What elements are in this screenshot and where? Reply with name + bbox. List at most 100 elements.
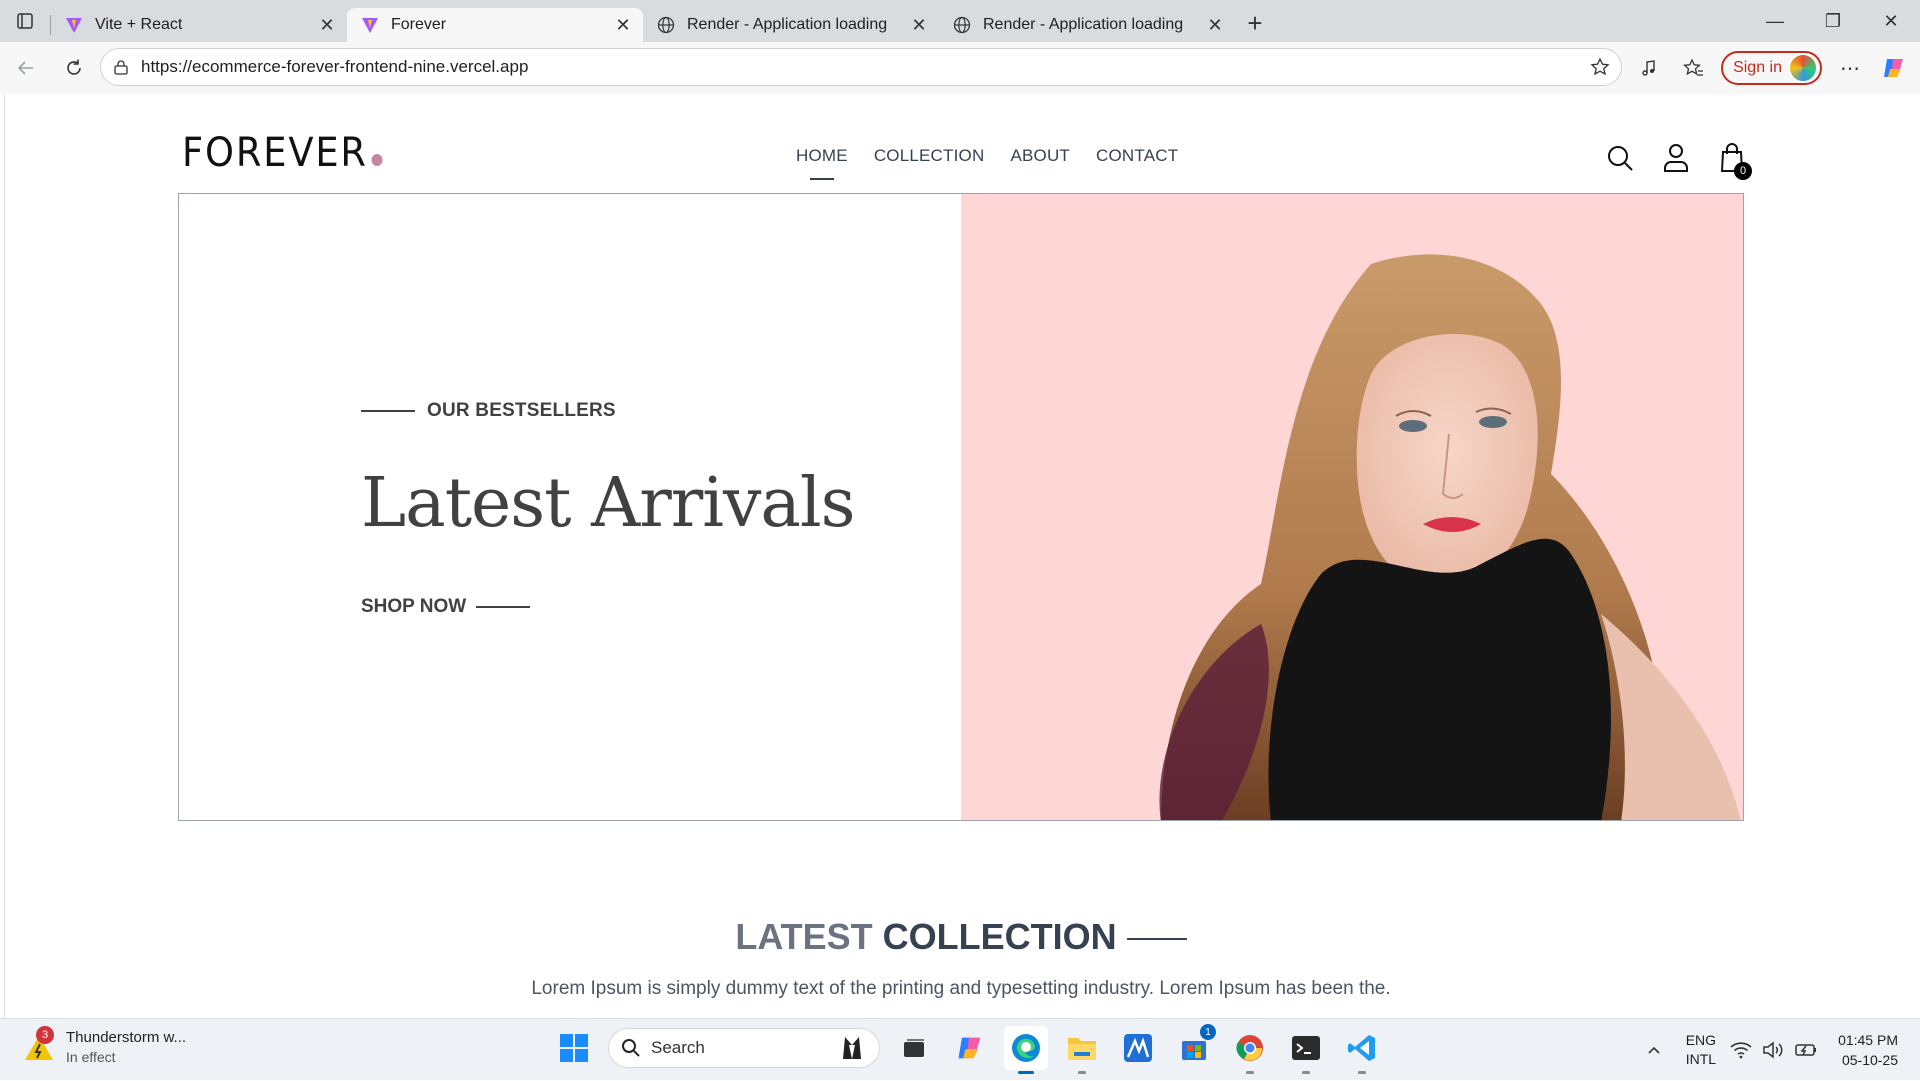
more-menu-button[interactable]: ⋯ bbox=[1828, 46, 1872, 90]
title-bold: COLLECTION bbox=[882, 916, 1117, 957]
address-bar[interactable]: https://ecommerce-forever-frontend-nine.… bbox=[100, 48, 1622, 86]
profile-button[interactable] bbox=[1660, 142, 1692, 174]
language-indicator[interactable]: ENG INTL bbox=[1686, 1031, 1716, 1069]
app-tile[interactable] bbox=[1116, 1026, 1160, 1070]
sign-in-button[interactable]: Sign in bbox=[1721, 51, 1822, 85]
model-photo bbox=[1159, 254, 1741, 820]
search-button[interactable] bbox=[1604, 142, 1636, 174]
nav-contact[interactable]: CONTACT bbox=[1096, 146, 1178, 166]
read-aloud-button[interactable] bbox=[1627, 46, 1671, 90]
music-note-icon bbox=[1642, 60, 1655, 76]
back-arrow-icon bbox=[17, 61, 33, 75]
tab-vite-react[interactable]: Vite + React ✕ bbox=[51, 8, 347, 42]
tab-strip: Vite + React ✕ Forever ✕ Render - Applic… bbox=[0, 0, 1920, 42]
close-tab-icon[interactable]: ✕ bbox=[317, 15, 337, 35]
copilot-button[interactable] bbox=[1872, 46, 1916, 90]
chevron-up-icon bbox=[1648, 1046, 1660, 1054]
cart-count-badge: 0 bbox=[1734, 162, 1752, 180]
url-text[interactable]: https://ecommerce-forever-frontend-nine.… bbox=[141, 57, 1579, 77]
tab-title: Render - Application loading bbox=[687, 16, 888, 33]
new-tab-button[interactable]: + bbox=[1235, 6, 1275, 40]
plus-icon: + bbox=[1247, 7, 1263, 38]
search-icon bbox=[1608, 146, 1633, 171]
tab-forever[interactable]: Forever ✕ bbox=[347, 8, 643, 42]
close-tab-icon[interactable]: ✕ bbox=[1205, 15, 1225, 35]
terminal-app[interactable] bbox=[1284, 1026, 1328, 1074]
main-nav: HOME COLLECTION ABOUT CONTACT bbox=[796, 146, 1178, 166]
hero-image bbox=[961, 194, 1743, 820]
shop-now-link[interactable]: SHOP NOW bbox=[361, 596, 531, 618]
close-tab-icon[interactable]: ✕ bbox=[613, 15, 633, 35]
search-highlight-icon bbox=[843, 1037, 861, 1059]
shop-now-label: SHOP NOW bbox=[361, 596, 467, 617]
toolbar-right: Sign in ⋯ bbox=[1627, 42, 1920, 94]
task-view-icon bbox=[904, 1039, 924, 1057]
wifi-icon bbox=[1730, 1042, 1752, 1059]
copilot-icon bbox=[958, 1037, 981, 1059]
tab-actions-icon bbox=[17, 13, 33, 29]
globe-icon bbox=[953, 16, 971, 34]
taskbar-search[interactable]: Search bbox=[608, 1028, 880, 1068]
hero-eyebrow: OUR BESTSELLERS bbox=[361, 400, 616, 422]
favorites-button[interactable] bbox=[1671, 46, 1715, 90]
taskbar: 3 Thunderstorm w... In effect Search 1 E… bbox=[0, 1018, 1920, 1080]
nav-about[interactable]: ABOUT bbox=[1010, 146, 1070, 166]
folder-icon bbox=[1068, 1038, 1096, 1060]
site-header: FOREVER HOME COLLECTION ABOUT CONTACT 0 bbox=[178, 114, 1752, 194]
lang-top: ENG bbox=[1685, 1032, 1717, 1048]
restore-button[interactable]: ❐ bbox=[1804, 0, 1862, 42]
eyebrow-line bbox=[361, 410, 415, 412]
tab-actions-button[interactable] bbox=[0, 0, 50, 42]
edge-app[interactable] bbox=[1004, 1026, 1048, 1074]
vite-icon bbox=[65, 16, 83, 34]
edge-icon bbox=[1012, 1034, 1040, 1062]
taskbar-apps: Search 1 bbox=[552, 1024, 1384, 1074]
file-explorer-app[interactable] bbox=[1060, 1026, 1104, 1074]
favorite-star-icon[interactable] bbox=[1579, 57, 1621, 77]
nav-collection[interactable]: COLLECTION bbox=[874, 146, 985, 166]
clock-time: 01:45 PM bbox=[1838, 1032, 1898, 1048]
system-tray: ENG INTL 01:45 PM 05-10-25 bbox=[1636, 1019, 1920, 1081]
weather-alert-badge: 3 bbox=[36, 1026, 54, 1044]
vscode-app[interactable] bbox=[1340, 1026, 1384, 1074]
search-icon bbox=[622, 1039, 640, 1057]
user-icon bbox=[1664, 144, 1688, 172]
search-placeholder: Search bbox=[651, 1038, 705, 1057]
close-tab-icon[interactable]: ✕ bbox=[909, 15, 929, 35]
cart-button[interactable]: 0 bbox=[1716, 142, 1752, 180]
minimize-button[interactable]: — bbox=[1746, 0, 1804, 42]
show-hidden-icons-button[interactable] bbox=[1636, 1042, 1672, 1058]
quick-settings-button[interactable] bbox=[1730, 1041, 1818, 1059]
copilot-icon bbox=[1884, 59, 1903, 77]
tab-title: Forever bbox=[391, 16, 447, 33]
hero-text-panel: OUR BESTSELLERS Latest Arrivals SHOP NOW bbox=[179, 194, 961, 820]
latest-collection-subtitle: Lorem Ipsum is simply dummy text of the … bbox=[531, 978, 1391, 999]
tab-render-loading-2[interactable]: Render - Application loading ✕ bbox=[939, 8, 1235, 42]
nav-home[interactable]: HOME bbox=[796, 146, 848, 166]
weather-widget[interactable]: 3 Thunderstorm w... In effect bbox=[22, 1026, 186, 1065]
hero-title: Latest Arrivals bbox=[361, 464, 856, 543]
battery-charging-icon bbox=[1795, 1044, 1817, 1056]
globe-icon bbox=[657, 16, 675, 34]
tab-title: Vite + React bbox=[95, 16, 183, 33]
tab-render-loading-1[interactable]: Render - Application loading ✕ bbox=[643, 8, 939, 42]
terminal-icon bbox=[1292, 1036, 1320, 1060]
chrome-app[interactable] bbox=[1228, 1026, 1272, 1074]
back-button[interactable] bbox=[4, 46, 48, 90]
copilot-app[interactable] bbox=[948, 1026, 992, 1070]
chrome-icon bbox=[1236, 1035, 1263, 1061]
start-button[interactable] bbox=[552, 1026, 596, 1070]
browser-toolbar: https://ecommerce-forever-frontend-nine.… bbox=[0, 42, 1920, 94]
brand-logo[interactable]: FOREVER bbox=[182, 130, 383, 176]
logo-dot bbox=[371, 154, 383, 166]
clock-date: 05-10-25 bbox=[1841, 1052, 1898, 1068]
reload-button[interactable] bbox=[52, 46, 96, 90]
store-app[interactable]: 1 bbox=[1172, 1024, 1216, 1070]
running-indicator bbox=[1302, 1071, 1310, 1074]
clock[interactable]: 01:45 PM 05-10-25 bbox=[1838, 1030, 1898, 1070]
task-view-button[interactable] bbox=[892, 1026, 936, 1070]
close-window-button[interactable]: ✕ bbox=[1862, 0, 1920, 42]
site-info-icon[interactable] bbox=[101, 59, 141, 75]
title-line bbox=[1126, 938, 1187, 941]
running-indicator bbox=[1078, 1071, 1086, 1074]
